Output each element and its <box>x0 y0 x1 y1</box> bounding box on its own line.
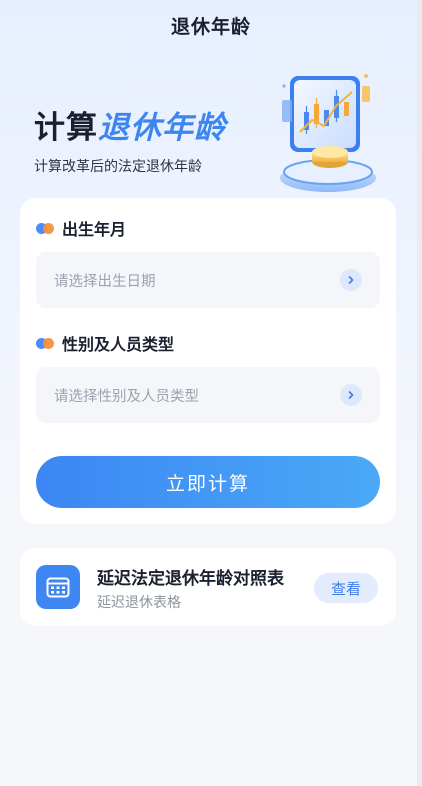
chevron-right-icon <box>340 384 362 406</box>
chart-illustration <box>280 74 376 192</box>
gender-type-placeholder: 请选择性别及人员类型 <box>54 388 199 405</box>
type-field-label: 性别及人员类型 <box>36 331 174 355</box>
bullet-dots-icon <box>36 337 56 349</box>
calendar-icon <box>36 565 80 609</box>
calculate-button[interactable]: 立即计算 <box>36 456 380 508</box>
bullet-dots-icon <box>36 222 56 234</box>
nav-bar: 退休年龄 <box>0 0 422 50</box>
birth-label-text: 出生年月 <box>62 220 127 239</box>
birth-date-select[interactable]: 请选择出生日期 <box>36 252 380 308</box>
comparison-table-title: 延迟法定退休年龄对照表 <box>97 569 284 589</box>
comparison-table-subtitle: 延迟退休表格 <box>97 595 181 611</box>
birth-date-placeholder: 请选择出生日期 <box>54 273 156 290</box>
comparison-table-card[interactable]: 延迟法定退休年龄对照表 延迟退休表格 查看 <box>20 548 396 626</box>
hero-subtitle: 计算改革后的法定退休年龄 <box>34 159 202 175</box>
chevron-right-icon <box>340 269 362 291</box>
type-label-text: 性别及人员类型 <box>62 335 175 354</box>
birth-field-label: 出生年月 <box>36 216 126 240</box>
gender-type-select[interactable]: 请选择性别及人员类型 <box>36 367 380 423</box>
view-button[interactable]: 查看 <box>314 573 378 603</box>
calculator-form-card: 出生年月 请选择出生日期 性别及人员类型 请选择性别及人员类型 立即计算 <box>20 198 396 524</box>
hero-title-part1: 计算 <box>34 110 98 146</box>
hero-banner: 计算退休年龄 计算改革后的法定退休年龄 <box>0 60 422 200</box>
hero-title-part2: 退休年龄 <box>98 110 226 146</box>
page-title: 退休年龄 <box>170 15 251 38</box>
scrollbar-track <box>417 0 422 786</box>
hero-title: 计算退休年龄 <box>34 102 226 147</box>
